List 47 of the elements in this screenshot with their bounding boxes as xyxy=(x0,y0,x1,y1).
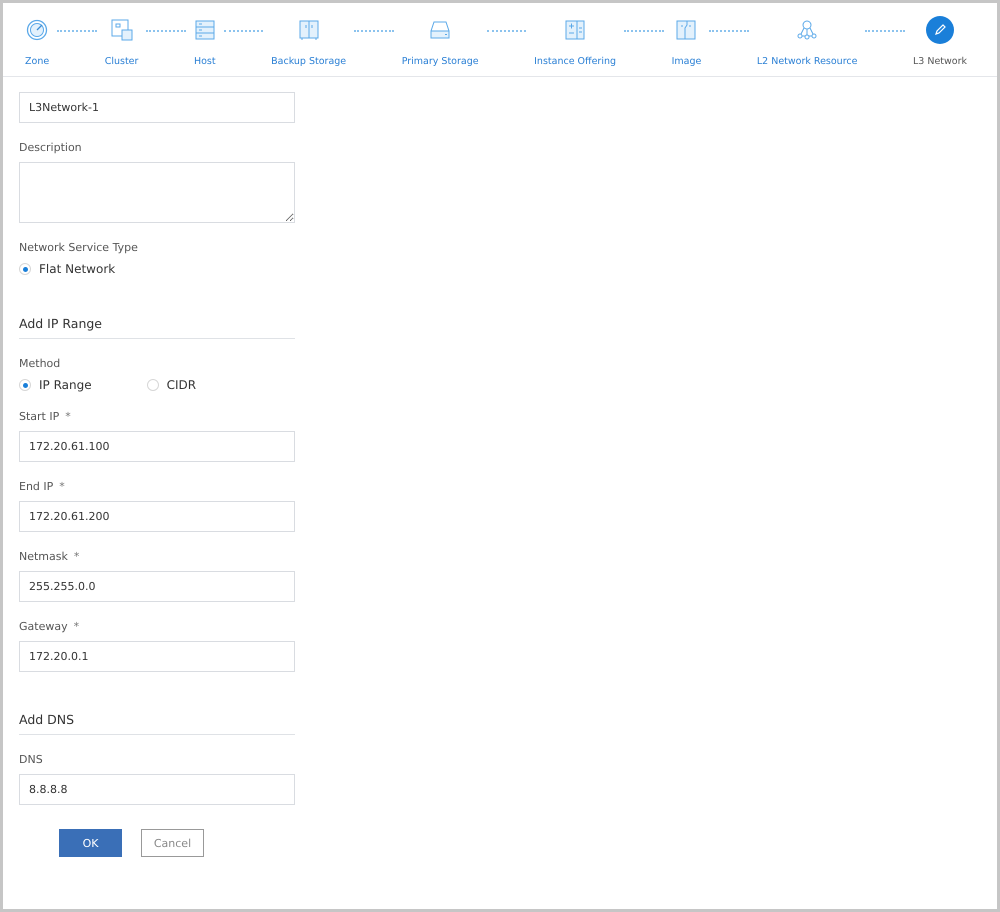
required-mark: * xyxy=(74,550,80,563)
wizard-step[interactable]: Image xyxy=(672,3,702,67)
description-field[interactable] xyxy=(19,162,295,223)
radio-button[interactable] xyxy=(146,379,159,391)
text-field[interactable]: 172.20.61.100 xyxy=(19,431,295,462)
field-label: Method xyxy=(19,357,60,370)
field-label: Description xyxy=(19,141,82,154)
required-mark: * xyxy=(74,620,80,633)
wizard-step[interactable]: Cluster xyxy=(104,3,138,67)
plus-minus-icon xyxy=(565,20,586,40)
cancel-button[interactable]: Cancel xyxy=(141,829,204,857)
wizard-step[interactable]: Backup Storage xyxy=(271,3,346,67)
section-heading: Add IP Range xyxy=(19,316,102,331)
radio-button[interactable] xyxy=(19,263,31,275)
wizard-step[interactable]: Instance Offering xyxy=(534,3,616,67)
pencil-icon xyxy=(926,16,954,44)
radio-option[interactable]: CIDR xyxy=(146,378,196,392)
wizard-step[interactable]: Primary Storage xyxy=(402,3,479,67)
field-label: Netmask xyxy=(19,550,68,563)
squares-icon xyxy=(110,19,133,41)
wizard-step[interactable]: Host xyxy=(194,3,216,67)
text-field[interactable]: 8.8.8.8 xyxy=(19,774,295,805)
wizard-step[interactable]: L2 Network Resource xyxy=(756,3,858,67)
text-field[interactable]: L3Network-1 xyxy=(19,92,295,123)
section-heading: Add DNS xyxy=(19,712,74,727)
radio-option[interactable]: Flat Network xyxy=(19,262,116,276)
drive-icon xyxy=(430,21,450,39)
radio-button[interactable] xyxy=(19,379,31,391)
wizard-step[interactable]: Zone xyxy=(25,3,50,67)
text-field[interactable]: 172.20.61.200 xyxy=(19,501,295,532)
cabinet-icon xyxy=(298,19,319,41)
field-label: Start IP xyxy=(19,410,60,423)
text-field[interactable]: 172.20.0.1 xyxy=(19,641,295,672)
field-label: Network Service Type xyxy=(19,241,138,254)
network-nodes-icon xyxy=(797,20,818,40)
gauge-icon xyxy=(26,19,48,41)
door-panel-icon xyxy=(676,20,696,40)
wizard-step[interactable]: L3 Network xyxy=(913,3,968,67)
required-mark: * xyxy=(59,480,65,493)
required-mark: * xyxy=(65,410,71,423)
server-rack-icon xyxy=(194,20,215,40)
field-label: Gateway xyxy=(19,620,68,633)
radio-option[interactable]: IP Range xyxy=(19,378,92,392)
field-label: DNS xyxy=(19,753,43,766)
field-label: End IP xyxy=(19,480,54,493)
ok-button[interactable]: OK xyxy=(59,829,122,857)
text-field[interactable]: 255.255.0.0 xyxy=(19,571,295,602)
